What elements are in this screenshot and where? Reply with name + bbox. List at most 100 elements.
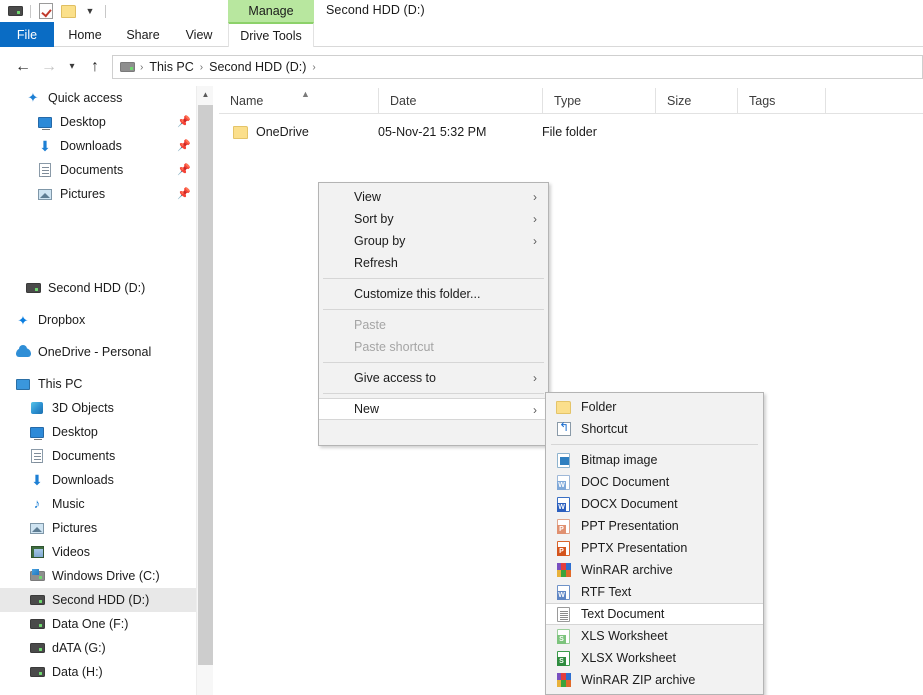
tab-home-label: Home	[68, 28, 101, 42]
sidebar-item-music[interactable]: ♪ Music	[0, 492, 196, 516]
context-menu-item-properties[interactable]	[319, 420, 548, 442]
sidebar-item-second-hdd-top[interactable]: Second HDD (D:)	[0, 276, 196, 300]
submenu-item-shortcut[interactable]: Shortcut	[546, 418, 763, 440]
scrollbar-thumb[interactable]	[198, 105, 213, 665]
context-menu-item-give-access-to[interactable]: Give access to ›	[319, 367, 548, 389]
sidebar-item-dropbox[interactable]: ✦ Dropbox	[0, 308, 196, 332]
downloads-icon: ⬇	[36, 140, 54, 152]
submenu-item-rtf-text[interactable]: W RTF Text	[546, 581, 763, 603]
file-name-label: OneDrive	[256, 125, 309, 139]
context-menu-item-view[interactable]: View ›	[319, 186, 548, 208]
contextual-tab-manage[interactable]: Manage	[228, 0, 314, 22]
back-button[interactable]: ←	[10, 54, 36, 80]
submenu-item-winrar-zip-archive[interactable]: WinRAR ZIP archive	[546, 669, 763, 691]
sidebar-item-videos[interactable]: Videos	[0, 540, 196, 564]
sidebar-item-desktop-qa[interactable]: Desktop 📌	[0, 110, 196, 134]
sidebar-item-second-hdd-d[interactable]: Second HDD (D:)	[0, 588, 196, 612]
column-header-type[interactable]: Type	[542, 88, 655, 114]
documents-icon	[28, 449, 46, 463]
sidebar-item-downloads[interactable]: ⬇ Downloads	[0, 468, 196, 492]
recent-locations-button[interactable]: ▾	[62, 54, 82, 80]
sidebar-item-data-one-f[interactable]: Data One (F:)	[0, 612, 196, 636]
tab-drive-tools-label: Drive Tools	[240, 29, 302, 43]
tab-view[interactable]: View	[174, 22, 224, 47]
submenu-item-doc-document[interactable]: W DOC Document	[546, 471, 763, 493]
pin-icon[interactable]: 📌	[177, 117, 188, 128]
breadcrumb-item-second-hdd[interactable]: Second HDD (D:)	[204, 60, 311, 74]
submenu-item-ppt-presentation[interactable]: P PPT Presentation	[546, 515, 763, 537]
table-row[interactable]: OneDrive 05-Nov-21 5:32 PM File folder	[219, 120, 923, 144]
submenu-item-winrar-archive[interactable]: WinRAR archive	[546, 559, 763, 581]
navigation-pane-scrollbar[interactable]: ▲	[196, 86, 213, 695]
breadcrumb-separator-2[interactable]: ›	[311, 62, 316, 73]
submenu-item-text-document[interactable]: Text Document	[546, 603, 763, 625]
column-header-name[interactable]: Name ▲	[219, 88, 378, 114]
star-pin-icon: ✦	[24, 90, 42, 106]
sidebar-item-pictures[interactable]: Pictures	[0, 516, 196, 540]
submenu-item-docx-document[interactable]: W DOCX Document	[546, 493, 763, 515]
submenu-item-xlsx-worksheet[interactable]: S XLSX Worksheet	[546, 647, 763, 669]
sidebar-item-quick-access[interactable]: ✦ Quick access	[0, 86, 196, 110]
sidebar-item-label: Downloads	[52, 473, 114, 487]
context-menu[interactable]: View › Sort by › Group by › Refresh Cust…	[318, 182, 549, 446]
submenu-item-label: WinRAR ZIP archive	[581, 673, 695, 687]
submenu-item-pptx-presentation[interactable]: P PPTX Presentation	[546, 537, 763, 559]
context-menu-item-new[interactable]: New ›	[319, 398, 548, 420]
sidebar-item-pictures-qa[interactable]: Pictures 📌	[0, 182, 196, 206]
new-folder-icon[interactable]	[57, 1, 79, 21]
submenu-item-label: XLSX Worksheet	[581, 651, 676, 665]
xlsx-worksheet-icon: S	[555, 650, 572, 667]
pin-icon[interactable]: 📌	[177, 141, 188, 152]
context-menu-item-group-by[interactable]: Group by ›	[319, 230, 548, 252]
column-header-size[interactable]: Size	[655, 88, 737, 114]
breadcrumb-item-this-pc[interactable]: This PC	[144, 60, 198, 74]
scroll-up-arrow-icon[interactable]: ▲	[197, 86, 214, 103]
submenu-item-xls-worksheet[interactable]: S XLS Worksheet	[546, 625, 763, 647]
pin-icon[interactable]: 📌	[177, 165, 188, 176]
xls-worksheet-icon: S	[555, 628, 572, 645]
sidebar-item-desktop[interactable]: Desktop	[0, 420, 196, 444]
tab-home[interactable]: Home	[58, 22, 112, 47]
context-menu-item-label: New	[354, 402, 379, 416]
file-type-badge: W	[557, 503, 566, 512]
sidebar-item-label: Downloads	[60, 139, 122, 153]
context-menu-item-sort-by[interactable]: Sort by ›	[319, 208, 548, 230]
sidebar-item-documents-qa[interactable]: Documents 📌	[0, 158, 196, 182]
properties-icon[interactable]	[35, 1, 57, 21]
tab-file[interactable]: File	[0, 22, 54, 47]
column-header-label: Date	[390, 94, 416, 108]
file-explorer-window: ▼ Manage Second HDD (D:) File Home Share…	[0, 0, 923, 695]
sidebar-item-label: Second HDD (D:)	[48, 281, 145, 295]
sidebar-item-data-g[interactable]: dATA (G:)	[0, 636, 196, 660]
submenu-item-folder[interactable]: Folder	[546, 396, 763, 418]
folder-icon	[555, 399, 572, 416]
column-header-date[interactable]: Date	[378, 88, 542, 114]
column-header-label: Tags	[749, 94, 775, 108]
text-document-icon	[555, 606, 572, 623]
tab-drive-tools[interactable]: Drive Tools	[228, 22, 314, 47]
sidebar-item-onedrive-personal[interactable]: OneDrive - Personal	[0, 340, 196, 364]
this-pc-icon	[14, 379, 32, 390]
pin-icon[interactable]: 📌	[177, 189, 188, 200]
customize-qat-caret-icon[interactable]: ▼	[79, 1, 101, 21]
drive-icon	[28, 643, 46, 653]
sidebar-item-data-h[interactable]: Data (H:)	[0, 660, 196, 684]
context-menu-item-label: Group by	[354, 234, 405, 248]
submenu-item-bitmap-image[interactable]: Bitmap image	[546, 449, 763, 471]
sidebar-item-documents[interactable]: Documents	[0, 444, 196, 468]
up-button[interactable]: ↑	[82, 54, 108, 80]
new-submenu[interactable]: Folder Shortcut Bitmap image W DOC Docum…	[545, 392, 764, 695]
sidebar-item-windows-drive-c[interactable]: Windows Drive (C:)	[0, 564, 196, 588]
sidebar-item-3d-objects[interactable]: 3D Objects	[0, 396, 196, 420]
sidebar-item-downloads-qa[interactable]: ⬇ Downloads 📌	[0, 134, 196, 158]
context-menu-item-customize-this-folder[interactable]: Customize this folder...	[319, 283, 548, 305]
context-menu-item-label: Customize this folder...	[354, 287, 480, 301]
column-header-tags[interactable]: Tags	[737, 88, 825, 114]
drive-icon[interactable]	[4, 1, 26, 21]
sidebar-item-this-pc[interactable]: This PC	[0, 372, 196, 396]
forward-button[interactable]: →	[36, 54, 62, 80]
tab-share[interactable]: Share	[116, 22, 170, 47]
context-menu-item-refresh[interactable]: Refresh	[319, 252, 548, 274]
breadcrumb[interactable]: › This PC › Second HDD (D:) ›	[112, 55, 923, 79]
nav-gap-1	[0, 206, 196, 276]
